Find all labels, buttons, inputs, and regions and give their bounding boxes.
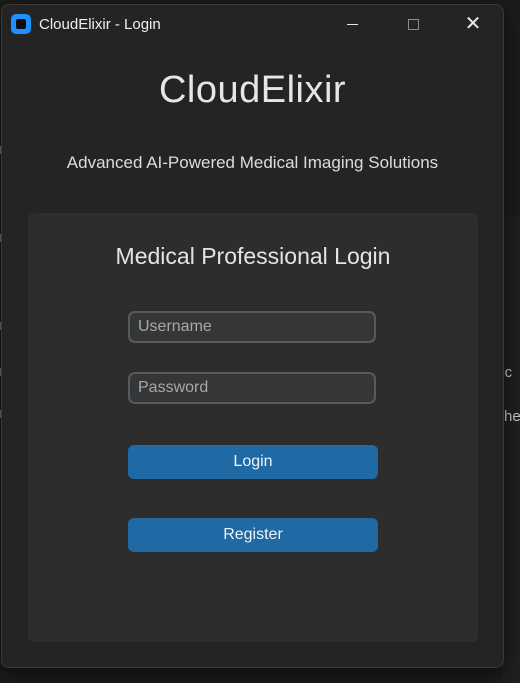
background-text-fragment: her (504, 408, 520, 425)
minimize-icon (346, 23, 358, 25)
password-input[interactable] (128, 372, 376, 404)
login-card-title: Medical Professional Login (115, 243, 391, 269)
login-card: Medical Professional Login Login Registe… (28, 213, 478, 642)
title-bar[interactable]: CloudElixir - Login ✕ (2, 5, 503, 43)
username-input[interactable] (128, 311, 376, 343)
app-icon (11, 14, 31, 34)
close-button[interactable]: ✕ (450, 5, 496, 43)
minimize-button[interactable] (329, 5, 375, 43)
brand-title: CloudElixir (158, 69, 347, 111)
maximize-button[interactable] (390, 5, 436, 43)
login-button[interactable]: Login (128, 445, 378, 479)
login-window: CloudElixir - Login ✕ CloudElixir Advanc… (1, 4, 504, 668)
background-panel (502, 216, 520, 683)
window-title: CloudElixir - Login (39, 16, 161, 33)
maximize-icon (407, 18, 419, 30)
brand-tagline: Advanced AI-Powered Medical Imaging Solu… (66, 153, 439, 172)
register-button[interactable]: Register (128, 518, 378, 552)
close-icon: ✕ (464, 13, 482, 35)
